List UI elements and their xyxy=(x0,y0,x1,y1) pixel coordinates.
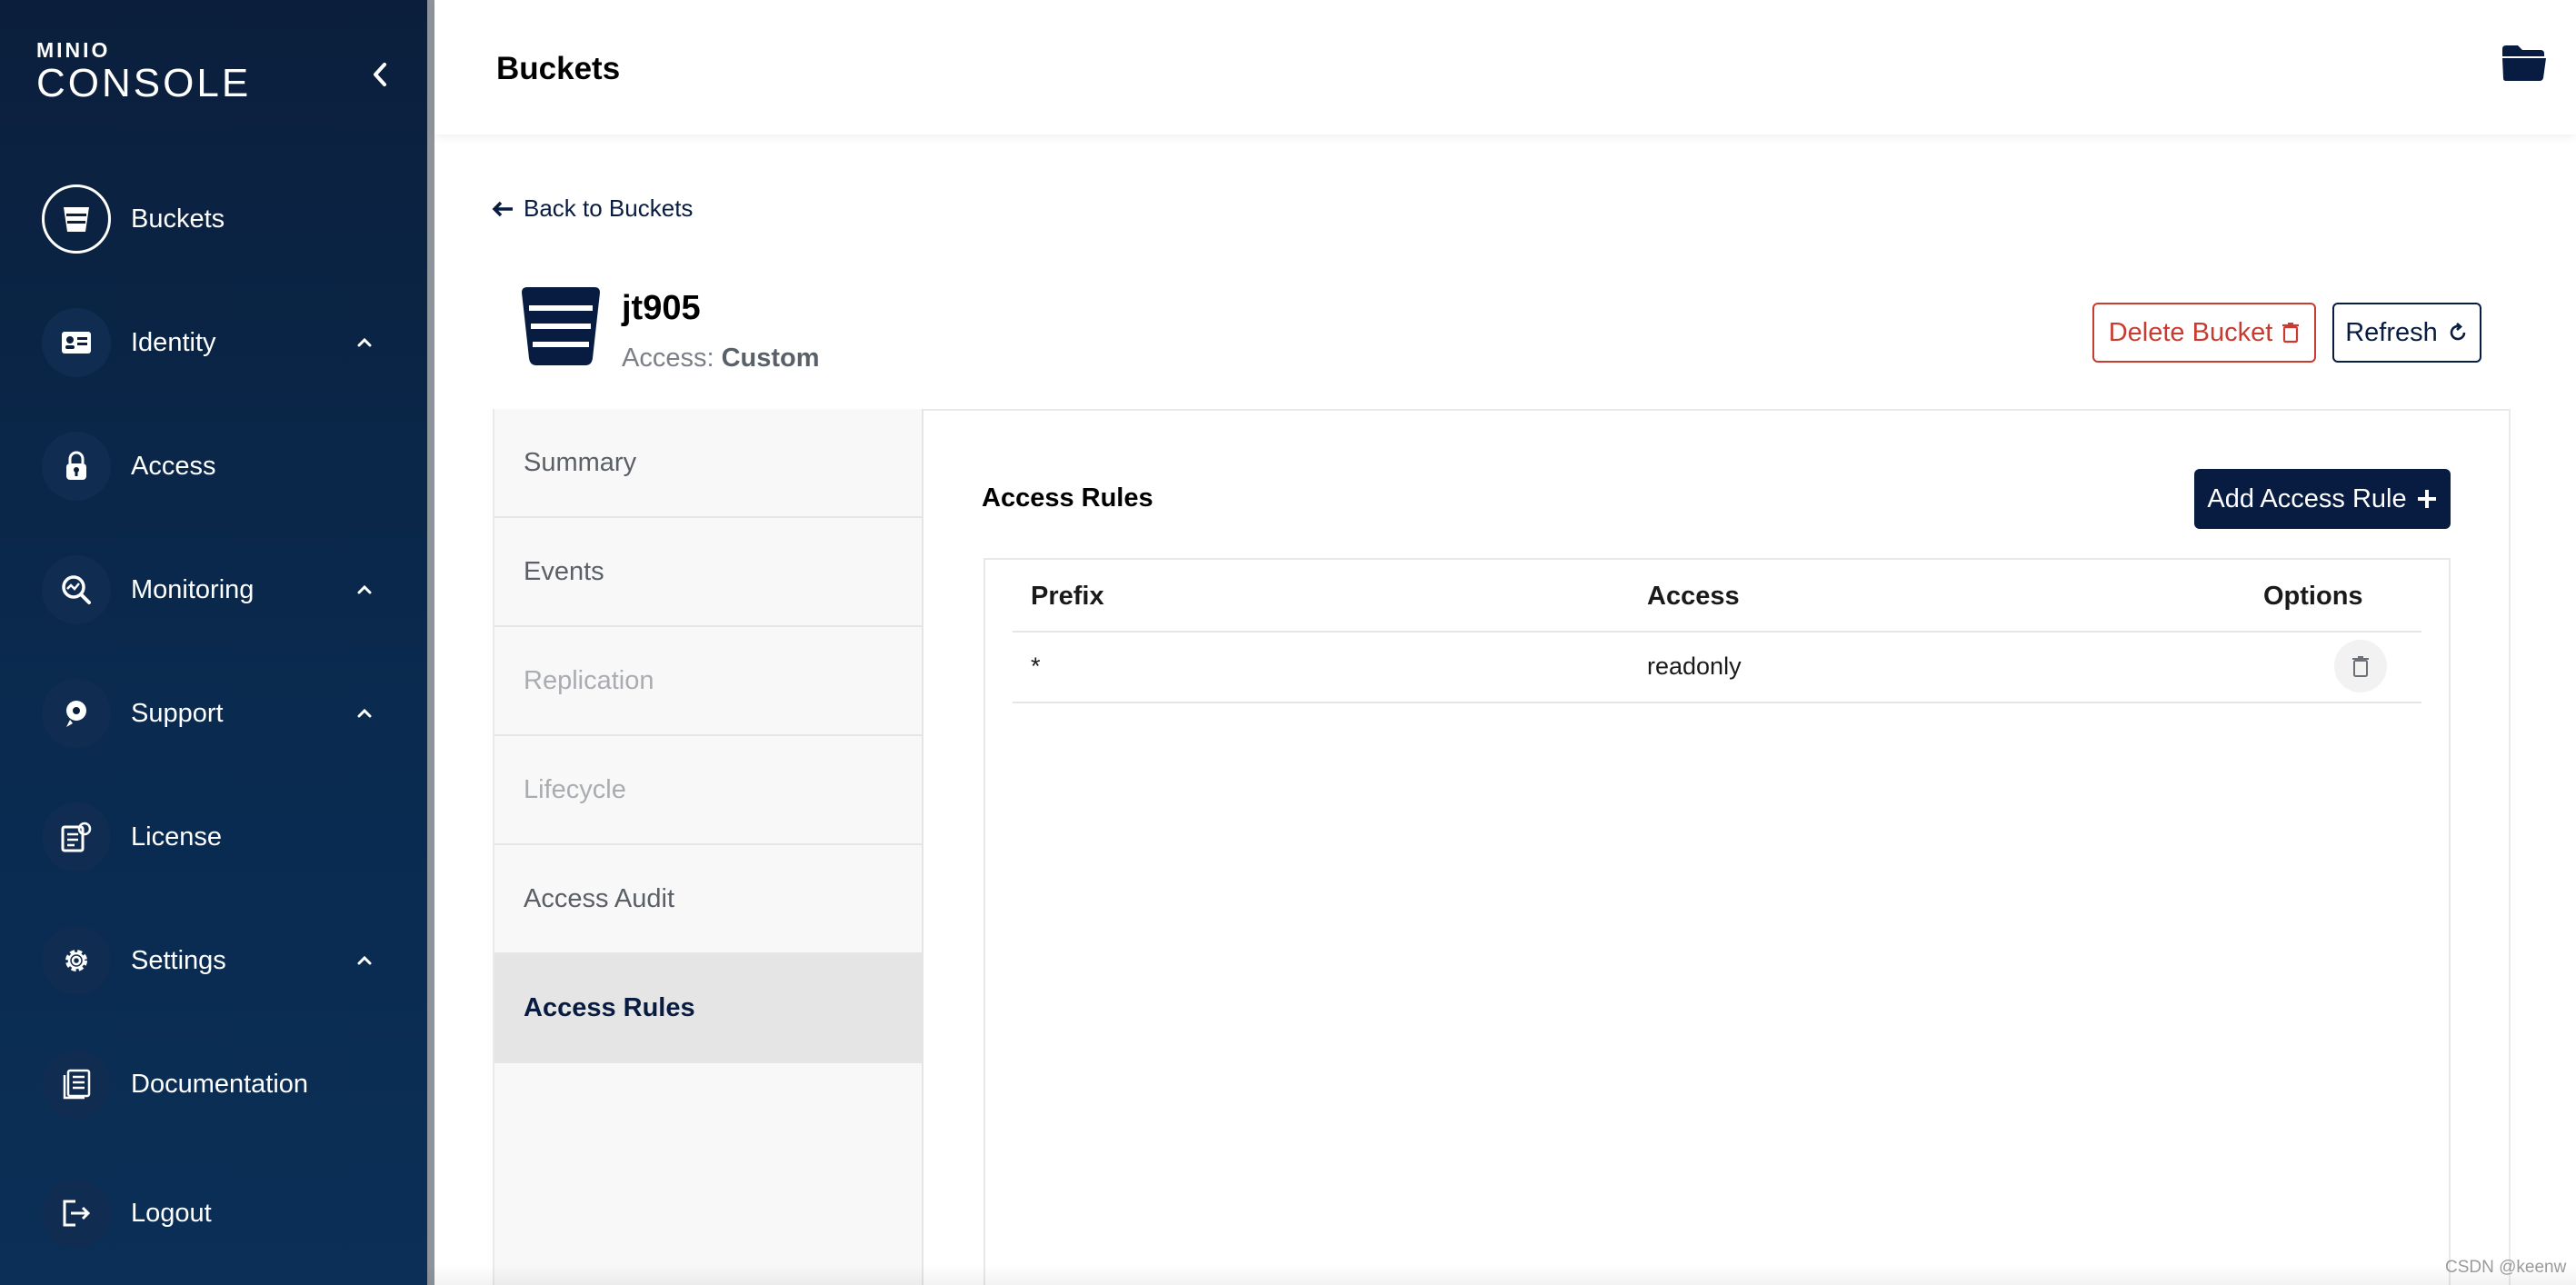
sidebar-item-documentation[interactable]: Documentation xyxy=(42,1050,405,1119)
chevron-up-icon xyxy=(351,329,378,356)
chevron-up-icon xyxy=(351,947,378,974)
section-title: Access Rules xyxy=(982,483,1153,513)
add-access-rule-label: Add Access Rule xyxy=(2207,483,2407,513)
page-title: Buckets xyxy=(496,51,621,86)
sidebar-item-license[interactable]: License xyxy=(42,802,405,872)
license-icon xyxy=(42,802,111,872)
trash-icon xyxy=(2352,656,2369,677)
refresh-button[interactable]: Refresh xyxy=(2332,303,2481,363)
sidebar-item-label: Identity xyxy=(131,327,216,357)
sidebar-item-monitoring[interactable]: Monitoring xyxy=(42,555,405,624)
app-root: MINIO CONSOLE Buckets Identity Access Mo… xyxy=(0,0,2576,1285)
sidebar: MINIO CONSOLE Buckets Identity Access Mo… xyxy=(0,0,427,1285)
plus-icon xyxy=(2417,490,2436,508)
object-browser-button[interactable] xyxy=(2500,42,2549,84)
header-divider xyxy=(1013,631,2421,633)
documentation-icon xyxy=(42,1050,111,1119)
sidebar-resize-edge[interactable] xyxy=(427,0,434,1285)
row-divider xyxy=(1013,702,2421,703)
minio-console-logo: MINIO CONSOLE xyxy=(36,40,251,106)
logo-big-text: CONSOLE xyxy=(36,61,252,105)
watermark: CSDN @keenw xyxy=(2445,1258,2567,1277)
row-access: readonly xyxy=(1647,652,1742,680)
tab-replication: Replication xyxy=(494,627,922,736)
logout-icon xyxy=(42,1179,111,1248)
tab-events[interactable]: Events xyxy=(494,518,922,627)
delete-rule-button[interactable] xyxy=(2334,640,2387,692)
lock-icon xyxy=(42,432,111,501)
gear-icon xyxy=(42,926,111,995)
trash-icon xyxy=(2282,323,2300,344)
delete-bucket-label: Delete Bucket xyxy=(2108,317,2273,347)
chevron-up-icon xyxy=(351,576,378,603)
logo-small-text: MINIO xyxy=(36,38,111,62)
sidebar-item-logout[interactable]: Logout xyxy=(42,1179,405,1248)
chevron-left-icon xyxy=(374,63,386,86)
refresh-icon xyxy=(2450,323,2466,341)
tab-access-audit[interactable]: Access Audit xyxy=(494,845,922,954)
tab-access-rules[interactable]: Access Rules xyxy=(494,954,922,1063)
collapse-sidebar-button[interactable] xyxy=(362,56,398,93)
support-icon xyxy=(42,679,111,748)
row-prefix: * xyxy=(1031,652,1041,680)
sidebar-item-support[interactable]: Support xyxy=(42,679,405,748)
access-prefix: Access: xyxy=(622,344,722,373)
chevron-up-icon xyxy=(351,700,378,727)
sidebar-item-label: Settings xyxy=(131,945,226,975)
access-value: Custom xyxy=(721,344,820,373)
column-header-options: Options xyxy=(2263,582,2363,611)
sidebar-item-label: Logout xyxy=(131,1198,212,1228)
arrow-left-icon xyxy=(492,201,513,216)
delete-bucket-button[interactable]: Delete Bucket xyxy=(2092,303,2316,363)
sidebar-item-settings[interactable]: Settings xyxy=(42,926,405,995)
bucket-icon xyxy=(42,184,111,254)
sidebar-item-label: Buckets xyxy=(131,204,225,234)
sidebar-item-access[interactable]: Access xyxy=(42,432,405,501)
sidebar-item-label: Access xyxy=(131,451,216,481)
tab-summary[interactable]: Summary xyxy=(494,409,922,518)
refresh-label: Refresh xyxy=(2345,317,2438,347)
sidebar-item-identity[interactable]: Identity xyxy=(42,308,405,377)
sidebar-item-buckets[interactable]: Buckets xyxy=(42,184,405,254)
monitoring-icon xyxy=(42,555,111,624)
back-to-buckets-link[interactable]: Back to Buckets xyxy=(491,194,693,223)
tab-lifecycle: Lifecycle xyxy=(494,736,922,845)
bucket-access-info: Access: Custom xyxy=(622,344,820,374)
back-link-label: Back to Buckets xyxy=(524,194,694,222)
column-header-access[interactable]: Access xyxy=(1647,582,1740,612)
bottom-scroll-shadow xyxy=(427,1265,2576,1285)
id-card-icon xyxy=(42,308,111,377)
bucket-tabs: Summary Events Replication Lifecycle Acc… xyxy=(493,409,924,1285)
page-header: Buckets xyxy=(434,0,2576,134)
bucket-icon xyxy=(520,285,602,372)
sidebar-item-label: Support xyxy=(131,698,224,728)
sidebar-item-label: Documentation xyxy=(131,1069,309,1099)
bucket-name: jt905 xyxy=(622,289,701,327)
sidebar-item-label: Monitoring xyxy=(131,574,255,604)
column-header-prefix[interactable]: Prefix xyxy=(1031,582,1104,612)
folder-icon xyxy=(2502,45,2546,81)
add-access-rule-button[interactable]: Add Access Rule xyxy=(2194,469,2451,529)
sidebar-item-label: License xyxy=(131,822,222,852)
